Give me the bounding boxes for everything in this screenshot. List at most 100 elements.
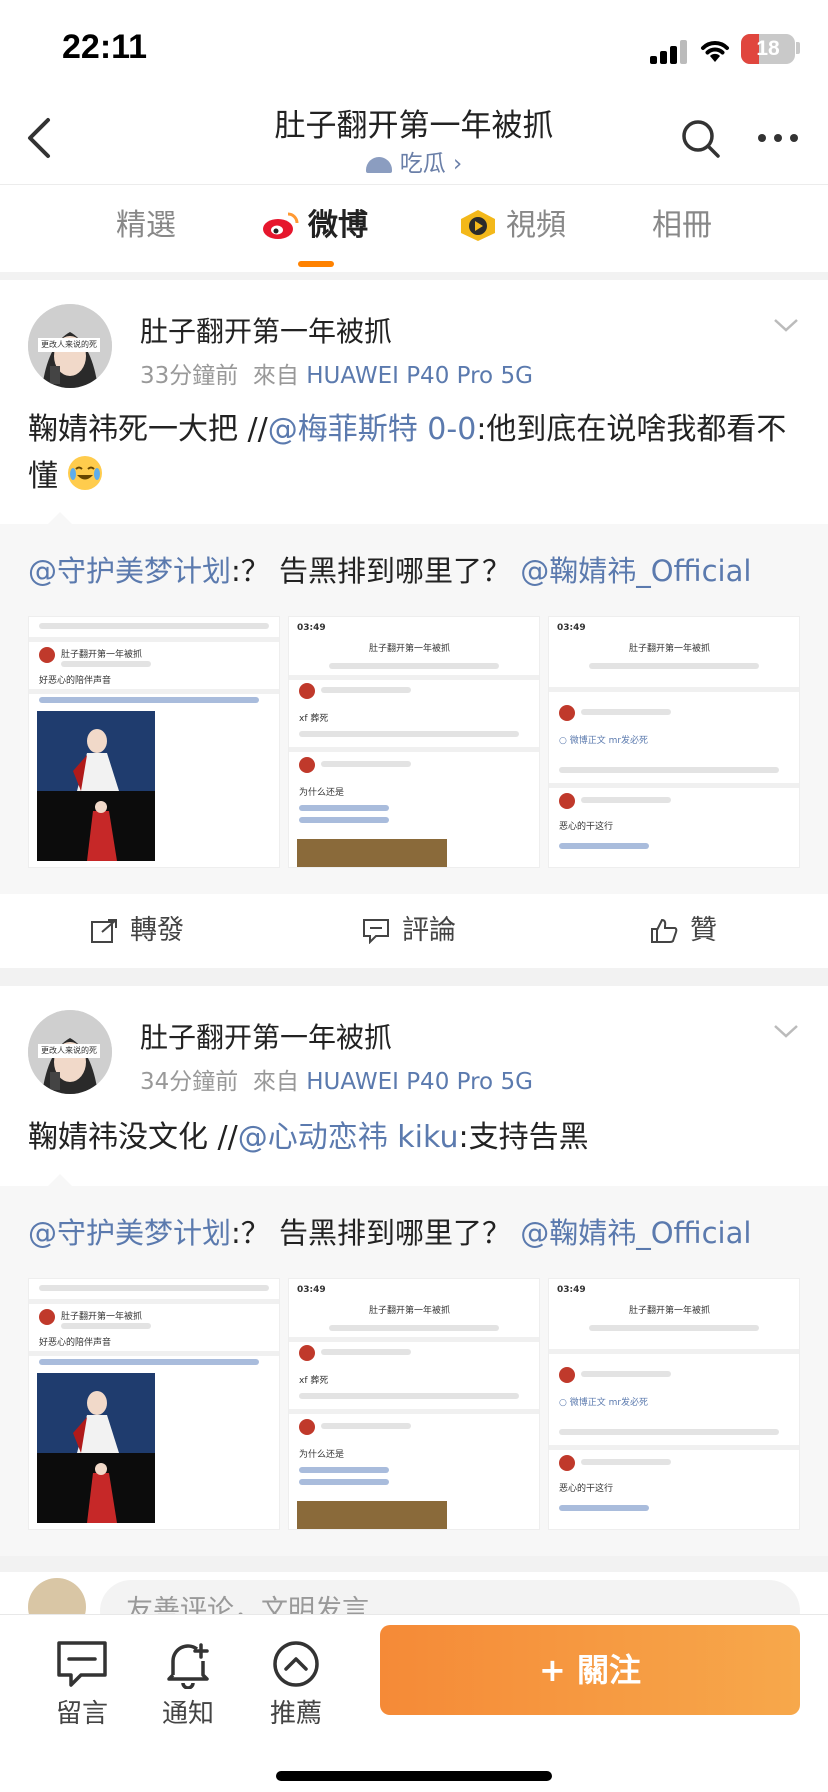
thumb-line: 恶心的干这行	[559, 822, 614, 832]
post-text: 鞠婧祎没文化 //@心动恋祎 kiku:支持告黑	[28, 1114, 800, 1161]
repost-button[interactable]: 轉發	[90, 894, 184, 968]
post-card[interactable]: 更改人来说的死 肚子翻开第一年被抓 34分鐘前 來自 HUAWEI P40 Pr…	[0, 986, 828, 1186]
battery-icon: 18	[741, 34, 795, 64]
post-time: 34分鐘前	[140, 1069, 239, 1095]
weibo-icon	[263, 212, 299, 239]
thumb-title: 肚子翻开第一年被抓	[61, 1312, 143, 1322]
thumb-line: 好恶心的陪伴声音	[39, 1338, 112, 1348]
author-name[interactable]: 肚子翻开第一年被抓	[140, 310, 392, 350]
thumb-time: 03:49	[557, 623, 586, 633]
tab-weibo-label: 微博	[308, 208, 368, 243]
nav-header: 肚子翻开第一年被抓 吃瓜 ›	[0, 96, 828, 184]
thumb-line: 为什么还是	[299, 1450, 345, 1460]
author-name[interactable]: 肚子翻开第一年被抓	[140, 1016, 392, 1056]
thumbnail-image[interactable]: 03:49 肚子翻开第一年被抓 xf 葬死 为什么还是	[288, 616, 540, 868]
thumbnail-image[interactable]: 03:49 肚子翻开第一年被抓 ○ 微博正文 mr发必死 恶心的干这行	[548, 1278, 800, 1530]
comment-label: 評論	[402, 915, 456, 946]
mention-link[interactable]: @心动恋祎 kiku	[238, 1120, 459, 1155]
post-card[interactable]: 更改人来说的死 肚子翻开第一年被抓 33分鐘前 來自 HUAWEI P40 Pr…	[0, 280, 828, 524]
like-label: 贊	[690, 915, 717, 946]
notify-label: 通知	[161, 1699, 214, 1729]
source-prefix: 來自	[252, 363, 299, 389]
quoted-mention[interactable]: @守护美梦计划	[28, 1216, 231, 1250]
quoted-text: @守护美梦计划:？ 告黑排到哪里了？ @鞠婧祎_Official	[28, 548, 751, 590]
more-icon[interactable]	[756, 126, 800, 150]
avatar[interactable]: 更改人来说的死	[28, 1010, 112, 1094]
thumb-time: 03:49	[297, 623, 326, 633]
like-button[interactable]: 贊	[650, 894, 717, 968]
thumb-title: 肚子翻开第一年被抓	[61, 650, 143, 660]
post-text: 鞠婧祎死一大把 //@梅菲斯特 0-0:他到底在说啥我都看不懂	[28, 406, 800, 500]
follow-button[interactable]: + 關注	[380, 1625, 800, 1715]
chevron-down-icon[interactable]	[772, 1022, 800, 1040]
message-label: 留言	[55, 1699, 108, 1729]
repost-icon	[91, 919, 117, 943]
video-icon	[461, 210, 495, 241]
battery-level: 18	[756, 37, 780, 60]
recommend-button[interactable]: 推薦	[248, 1625, 344, 1730]
topic-label: 吃瓜 ›	[399, 151, 463, 177]
thumbnail-image[interactable]: 肚子翻开第一年被抓 好恶心的陪伴声音	[28, 1278, 280, 1530]
thumb-time: 03:49	[557, 1285, 586, 1295]
quoted-mention-official[interactable]: @鞠婧祎_Official	[520, 554, 751, 588]
thumb-title: 肚子翻开第一年被抓	[629, 644, 711, 654]
tab-indicator	[298, 261, 334, 267]
quoted-mention[interactable]: @守护美梦计划	[28, 554, 231, 588]
notify-button[interactable]: 通知	[140, 1625, 236, 1730]
mention-link[interactable]: @梅菲斯特 0-0	[268, 412, 477, 447]
thumb-title: 肚子翻开第一年被抓	[369, 1306, 451, 1316]
avatar-badge: 更改人来说的死	[38, 1044, 100, 1058]
search-icon[interactable]	[678, 116, 724, 162]
tab-featured[interactable]: 精選	[116, 185, 176, 273]
post-time: 33分鐘前	[140, 363, 239, 389]
repost-label: 轉發	[130, 915, 184, 946]
device-source[interactable]: HUAWEI P40 Pro 5G	[306, 1069, 533, 1095]
thumb-line: 好恶心的陪伴声音	[39, 676, 112, 686]
quoted-post[interactable]: @守护美梦计划:？ 告黑排到哪里了？ @鞠婧祎_Official 肚子翻开第一年…	[0, 1174, 828, 1556]
laughing-crying-emoji-icon	[67, 456, 102, 490]
quoted-post[interactable]: @守护美梦计划:？ 告黑排到哪里了？ @鞠婧祎_Official 肚子翻开第一年…	[0, 512, 828, 894]
message-icon	[57, 1641, 107, 1687]
post-meta: 33分鐘前 來自 HUAWEI P40 Pro 5G	[140, 356, 533, 390]
thumb-time: 03:49	[297, 1285, 326, 1295]
device-source[interactable]: HUAWEI P40 Pro 5G	[306, 363, 533, 389]
thumb-line: ○ 微博正文 mr发必死	[559, 736, 649, 746]
bell-plus-icon	[167, 1643, 209, 1689]
post-meta: 34分鐘前 來自 HUAWEI P40 Pro 5G	[140, 1062, 533, 1096]
quoted-mention-official[interactable]: @鞠婧祎_Official	[520, 1216, 751, 1250]
thumb-line: xf 葬死	[299, 714, 329, 724]
signal-icon	[650, 40, 690, 64]
avatar[interactable]: 更改人来说的死	[28, 304, 112, 388]
thumb-title: 肚子翻开第一年被抓	[369, 644, 451, 654]
message-button[interactable]: 留言	[34, 1625, 130, 1730]
post-text-body: 鞠婧祎死一大把 //	[28, 412, 268, 447]
source-prefix: 來自	[252, 1069, 299, 1095]
tab-weibo[interactable]: 微博	[262, 185, 368, 273]
quoted-body: :？ 告黑排到哪里了？	[231, 554, 521, 588]
quoted-text: @守护美梦计划:？ 告黑排到哪里了？ @鞠婧祎_Official	[28, 1210, 751, 1252]
thumb-line: xf 葬死	[299, 1376, 329, 1386]
photo-figure	[37, 1373, 155, 1523]
bottom-bar: 留言 通知 推薦 + 關注	[0, 1614, 828, 1792]
recommend-label: 推薦	[269, 1699, 322, 1729]
thumb-line: 恶心的干这行	[559, 1484, 614, 1494]
chevron-up-circle-icon	[273, 1641, 319, 1687]
status-bar: 22:11 18	[0, 0, 828, 96]
post-text-body: 鞠婧祎没文化 //	[28, 1120, 238, 1155]
thumbnail-image[interactable]: 03:49 肚子翻开第一年被抓 xf 葬死 为什么还是	[288, 1278, 540, 1530]
quoted-body: :？ 告黑排到哪里了？	[231, 1216, 521, 1250]
tab-video-label: 視頻	[506, 208, 566, 243]
chevron-down-icon[interactable]	[772, 316, 800, 334]
post-text-tail: :支持告黑	[458, 1120, 589, 1155]
thumbnail-image[interactable]: 肚子翻开第一年被抓 好恶心的陪伴声音	[28, 616, 280, 868]
comment-icon	[363, 919, 389, 944]
thumb-line: 为什么还是	[299, 788, 345, 798]
comment-button[interactable]: 評論	[362, 894, 456, 968]
home-indicator	[276, 1771, 552, 1781]
status-time: 22:11	[62, 28, 148, 66]
tab-album[interactable]: 相冊	[652, 185, 712, 273]
thumb-line: ○ 微博正文 mr发必死	[559, 1398, 649, 1408]
thumbnail-image[interactable]: 03:49 肚子翻开第一年被抓 ○ 微博正文 mr发必死 恶心的干这行	[548, 616, 800, 868]
tab-video[interactable]: 視頻	[458, 185, 566, 273]
tab-bar: 精選 微博 視頻 相冊	[0, 184, 828, 272]
